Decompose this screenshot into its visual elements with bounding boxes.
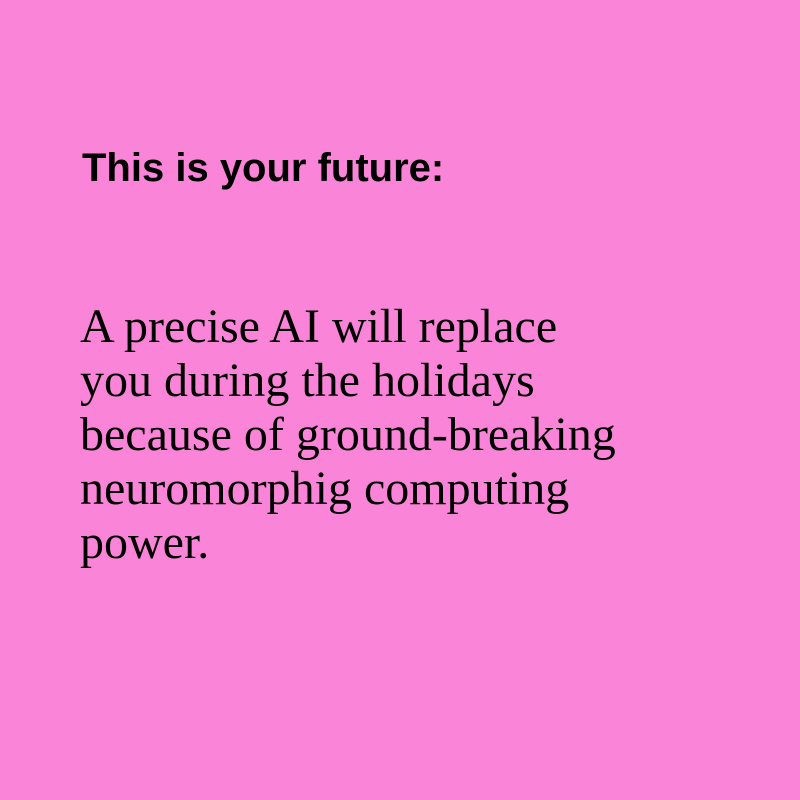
- body-line: you during the holidays: [80, 354, 535, 407]
- body-line: A precise AI will replace: [80, 300, 558, 353]
- body-text: A precise AI will replace you during the…: [80, 300, 770, 570]
- body-line: because of ground-breaking: [80, 408, 616, 461]
- body-line: power.: [80, 516, 210, 569]
- card-background: This is your future: A precise AI will r…: [0, 0, 800, 800]
- body-line: neuromorphig computing: [80, 462, 570, 515]
- heading: This is your future:: [82, 146, 445, 190]
